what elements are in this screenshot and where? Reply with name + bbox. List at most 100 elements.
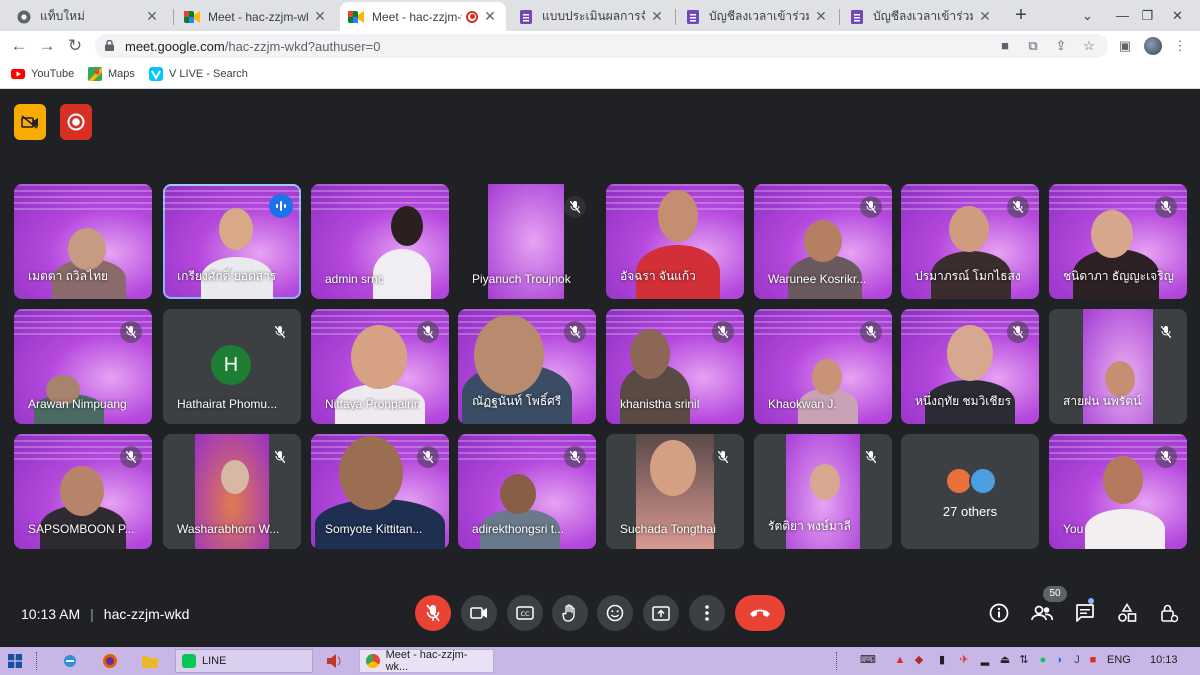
tab-new-tab[interactable]: แท็บใหม่ ✕ xyxy=(8,2,168,31)
close-icon[interactable]: ✕ xyxy=(482,8,498,25)
bookmark-vlive[interactable]: V LIVE - Search xyxy=(149,67,248,81)
back-icon[interactable]: ← xyxy=(9,36,29,56)
more-menu-icon[interactable]: ⋮ xyxy=(1172,38,1188,54)
participant-tile[interactable]: H Hathairat Phomu... xyxy=(163,309,301,424)
address-bar[interactable]: meet.google.com/hac-zzjm-wkd?authuser=0 … xyxy=(95,34,1108,58)
participant-tile[interactable]: เมตตา ถวิลไทย xyxy=(14,184,152,299)
profile-avatar[interactable] xyxy=(1144,37,1162,55)
tab-forms-3[interactable]: บัญชีลงเวลาเข้าร่วมกิจกรรม ✕ xyxy=(841,2,1001,31)
bookmark-maps[interactable]: Maps xyxy=(88,67,135,81)
bookmark-star-icon[interactable]: ☆ xyxy=(1081,38,1097,54)
usb-icon[interactable]: ⏏ xyxy=(998,653,1012,667)
participant-tile[interactable]: Suchada Tongthai xyxy=(606,434,744,549)
meeting-code[interactable]: hac-zzjm-wkd xyxy=(104,606,190,622)
others-tile[interactable]: 27 others xyxy=(901,434,1039,549)
participant-face xyxy=(474,315,544,395)
people-button[interactable] xyxy=(1031,602,1053,624)
close-icon[interactable]: ✕ xyxy=(649,8,665,25)
recording-badge[interactable] xyxy=(60,104,92,140)
microphone-button[interactable] xyxy=(415,595,451,631)
close-icon[interactable]: ✕ xyxy=(813,8,829,25)
participant-face xyxy=(810,464,840,500)
participant-tile[interactable]: Nittaya Pronpairin xyxy=(311,309,449,424)
raise-hand-button[interactable] xyxy=(552,595,588,631)
camera-in-use-icon[interactable]: ■ xyxy=(997,38,1013,54)
tab-separator xyxy=(675,9,676,25)
forward-icon[interactable]: → xyxy=(37,36,57,56)
participant-tile[interactable]: เกรียงศักดิ์ ยอดสาร xyxy=(163,184,301,299)
windows-taskbar: LINE Meet - hac-zzjm-wk... ⌨ ▲ ◆ ▮ ✈ ▂ ⏏… xyxy=(0,647,1200,675)
participant-tile[interactable]: หนึ่งฤทัย ชมวิเชียร xyxy=(901,309,1039,424)
firefox-icon[interactable] xyxy=(102,650,118,672)
participant-tile[interactable]: Somyote Kittitan... xyxy=(311,434,449,549)
participant-tile[interactable]: Washarabhorn W... xyxy=(163,434,301,549)
battery-icon[interactable]: ▮ xyxy=(935,653,949,667)
shield-tray-icon[interactable]: ◗ xyxy=(1053,653,1067,667)
participant-tile[interactable]: admin srnc xyxy=(311,184,449,299)
participant-tile[interactable]: ปรมาภรณ์ โมกไธสง xyxy=(901,184,1039,299)
participant-tile[interactable]: Piyanuch Troujnok xyxy=(458,184,596,299)
participant-tile[interactable]: adirekthongsri t... xyxy=(458,434,596,549)
participant-tile[interactable]: SAPSOMBOON P... xyxy=(14,434,152,549)
participant-tile[interactable]: Warunee Kosrikr... xyxy=(754,184,892,299)
url-text[interactable]: meet.google.com/hac-zzjm-wkd?authuser=0 xyxy=(125,39,380,54)
file-explorer-icon[interactable] xyxy=(142,650,158,672)
side-panel-icon[interactable]: ▣ xyxy=(1117,38,1133,54)
close-window-button[interactable]: ✕ xyxy=(1155,0,1200,31)
translate-icon[interactable]: ⧉ xyxy=(1025,38,1041,54)
participant-name: อัจฉรา จันแก้ว xyxy=(620,269,696,283)
host-controls-button[interactable] xyxy=(1158,602,1180,624)
camera-off-badge[interactable] xyxy=(14,104,46,140)
more-options-button[interactable] xyxy=(689,595,725,631)
network-icon[interactable]: ⇅ xyxy=(1017,653,1031,667)
present-button[interactable] xyxy=(643,595,679,631)
line-tray-icon[interactable]: ● xyxy=(1036,653,1050,667)
share-icon[interactable]: ⇪ xyxy=(1053,38,1069,54)
participant-tile[interactable]: สายฝน นพรัตน์ xyxy=(1049,309,1187,424)
bookmark-label: Maps xyxy=(108,68,135,80)
participant-tile[interactable]: อัจฉรา จันแก้ว xyxy=(606,184,744,299)
participant-tile[interactable]: ชนิดาภา ธัญญะเจริญ xyxy=(1049,184,1187,299)
leave-call-button[interactable] xyxy=(735,595,785,631)
activities-button[interactable] xyxy=(1116,602,1138,624)
close-icon[interactable]: ✕ xyxy=(144,8,160,25)
participant-tile[interactable]: khanistha srinil xyxy=(606,309,744,424)
reload-icon[interactable]: ↻ xyxy=(65,36,85,56)
app-tray-icon[interactable]: J xyxy=(1070,653,1084,667)
participant-face xyxy=(1091,210,1133,258)
taskbar-chrome-meet[interactable]: Meet - hac-zzjm-wk... xyxy=(359,649,494,673)
tab-forms-1[interactable]: แบบประเมินผลการจัดกิจกรรม ✕ xyxy=(510,2,673,31)
start-button[interactable] xyxy=(8,650,22,672)
close-icon[interactable]: ✕ xyxy=(312,8,328,25)
speaker-icon[interactable] xyxy=(326,650,342,672)
taskbar-line[interactable]: LINE xyxy=(175,649,313,673)
security-shield-icon[interactable]: ◆ xyxy=(912,653,926,667)
camera-button[interactable] xyxy=(461,595,497,631)
internet-explorer-icon[interactable] xyxy=(62,650,78,672)
emoji-button[interactable] xyxy=(597,595,633,631)
lock-icon[interactable] xyxy=(105,40,114,51)
activities-icon xyxy=(1118,603,1137,622)
keyboard-icon[interactable]: ⌨ xyxy=(860,653,876,667)
airplane-icon[interactable]: ✈ xyxy=(957,653,971,667)
system-clock[interactable]: 10:13 xyxy=(1150,654,1178,666)
bookmark-youtube[interactable]: YouTube xyxy=(11,67,74,81)
volume-tray-icon[interactable]: ■ xyxy=(1086,653,1100,667)
signal-icon[interactable]: ▂ xyxy=(978,653,992,667)
participant-tile[interactable]: Khaokwan J. xyxy=(754,309,892,424)
participant-tile[interactable]: รัตติยา พงษ์มาลี xyxy=(754,434,892,549)
tab-meet-active[interactable]: Meet - hac-zzjm-wk ✕ xyxy=(340,2,506,31)
tab-meet-1[interactable]: Meet - hac-zzjm-wkd ✕ xyxy=(176,2,336,31)
meeting-details-button[interactable] xyxy=(988,602,1010,624)
new-tab-button[interactable]: + xyxy=(1011,5,1031,25)
chat-button[interactable] xyxy=(1074,602,1096,624)
participant-tile[interactable]: Arawan Nimpuang xyxy=(14,309,152,424)
tab-forms-2[interactable]: บัญชีลงเวลาเข้าร่วมกิจกรรม ✕ xyxy=(677,2,837,31)
input-language[interactable]: ENG xyxy=(1107,654,1131,666)
participant-name: khanistha srinil xyxy=(620,397,700,411)
warning-icon[interactable]: ▲ xyxy=(893,653,907,667)
captions-button[interactable]: CC xyxy=(507,595,543,631)
close-icon[interactable]: ✕ xyxy=(977,8,993,25)
participant-tile[interactable]: ณัฏฐนันท์ โพธิ์ศรี xyxy=(458,309,596,424)
self-tile[interactable]: You xyxy=(1049,434,1187,549)
